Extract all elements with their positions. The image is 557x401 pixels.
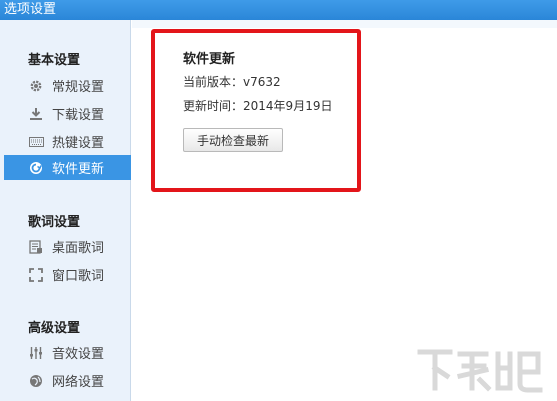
sidebar-item-sound-effects[interactable]: 音效设置 [4,340,131,365]
section-title: 软件更新 [183,52,236,67]
sidebar-item-label: 桌面歌词 [52,241,105,256]
download-icon [28,106,44,122]
sidebar-item-desktop-lyrics[interactable]: 桌面歌词 [4,234,131,259]
watermark-logo [409,341,549,397]
sidebar-item-download[interactable]: 下载设置 [4,101,131,126]
sidebar-item-label: 网络设置 [52,375,105,390]
sidebar-item-label: 热键设置 [52,136,105,151]
desktop-lyrics-icon [28,239,44,255]
window-title: 选项设置 [4,2,57,17]
update-icon [28,160,44,176]
content-top-strip [132,20,557,28]
sidebar-item-hotkey[interactable]: 热键设置 [4,129,131,154]
update-time-value: 2014年9月19日 [243,99,333,113]
sidebar: 基本设置 常规设置 下载设置 热键设置 软件更新 歌词设置 桌面歌词 窗口歌词 … [0,20,131,401]
group-title-advanced: 高级设置 [28,321,81,336]
equalizer-icon [28,345,44,361]
sidebar-item-label: 常规设置 [52,80,105,95]
group-title-basic: 基本设置 [28,53,81,68]
keyboard-icon [28,134,44,150]
sidebar-item-label: 音效设置 [52,347,105,362]
sidebar-item-label: 软件更新 [52,162,105,177]
window-lyrics-icon [28,267,44,283]
update-time-row: 更新时间：2014年9月19日 [183,97,332,114]
gear-icon [28,78,44,94]
sidebar-item-update[interactable]: 软件更新 [4,155,131,180]
sidebar-item-general[interactable]: 常规设置 [4,73,131,98]
sidebar-item-network[interactable]: 网络设置 [4,368,131,393]
update-time-label: 更新时间： [183,99,244,113]
current-version-label: 当前版本： [183,75,244,89]
group-title-lyrics: 歌词设置 [28,215,81,230]
watermark-logo-graphic [417,349,543,393]
settings-content-panel: 软件更新 当前版本：v7632 更新时间：2014年9月19日 手动检查最新 [132,20,557,401]
sidebar-item-label: 窗口歌词 [52,269,105,284]
sidebar-item-label: 下载设置 [52,108,105,123]
current-version-value: v7632 [243,75,281,89]
network-icon [28,373,44,389]
window-titlebar[interactable]: 选项设置 [0,0,557,20]
sidebar-item-window-lyrics[interactable]: 窗口歌词 [4,262,131,287]
manual-check-update-button[interactable]: 手动检查最新 [183,128,283,152]
current-version-row: 当前版本：v7632 [183,73,281,90]
